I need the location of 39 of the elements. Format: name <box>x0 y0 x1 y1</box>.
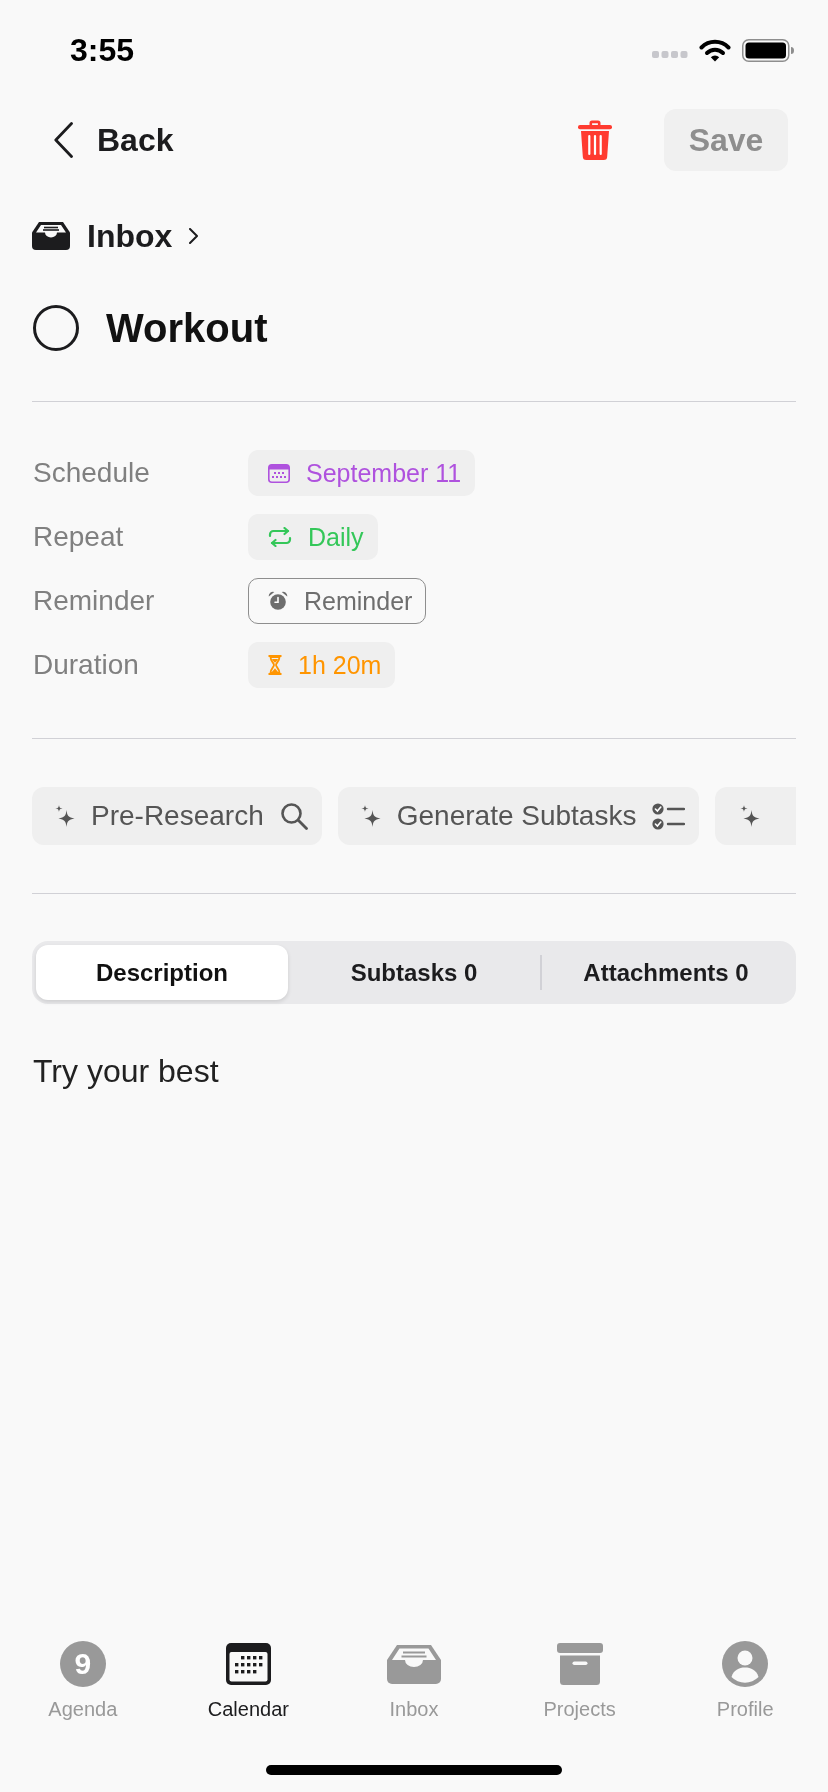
segment-tab[interactable]: Attachments 0 <box>540 945 792 1000</box>
tab-bar-item[interactable]: 9 Agenda <box>0 1641 166 1721</box>
ai-action-button[interactable]: Pre-Research <box>32 787 322 845</box>
inbox-tray-icon <box>32 222 70 250</box>
segment-tab[interactable]: Subtasks 0 <box>288 945 540 1000</box>
tab-bar-item[interactable]: Calendar <box>165 1641 332 1721</box>
day-number-badge: 9 <box>59 1641 106 1687</box>
segment-tab[interactable]: Description <box>36 945 288 1000</box>
archive-box-icon <box>556 1643 603 1685</box>
wifi-icon <box>699 38 731 62</box>
calendar-icon <box>225 1643 271 1685</box>
back-button[interactable]: Back <box>54 120 174 160</box>
ai-action-button[interactable]: Generate Subtasks <box>337 787 700 845</box>
cellular-signal-icon <box>652 50 688 58</box>
complete-toggle[interactable] <box>33 305 79 351</box>
sparkle-icon <box>54 805 75 827</box>
property-label: Reminder <box>33 584 156 618</box>
property-label: Duration <box>33 648 140 682</box>
property-label: Schedule <box>33 456 151 490</box>
project-breadcrumb[interactable]: Inbox <box>32 216 199 256</box>
description-text: Try your best <box>32 1052 220 1091</box>
battery-icon <box>742 38 794 62</box>
reminder-chip[interactable]: Reminder <box>248 578 427 624</box>
checklist-icon <box>652 802 686 830</box>
property-label: Repeat <box>33 520 125 554</box>
task-title: Workout <box>106 305 268 352</box>
date-chip[interactable]: September 11 <box>248 450 476 496</box>
trash-icon[interactable] <box>578 120 612 160</box>
profile-icon <box>722 1641 769 1687</box>
search-icon <box>279 802 308 830</box>
inbox-tray-icon <box>387 1644 441 1684</box>
status-time: 3:55 <box>70 31 135 69</box>
sparkle-icon <box>739 805 761 827</box>
tab-bar-item[interactable]: Projects <box>496 1641 663 1721</box>
tab-bar-item[interactable]: Inbox <box>331 1641 497 1721</box>
chevron-left-icon <box>54 122 73 158</box>
chevron-right-icon <box>189 228 199 244</box>
sparkle-icon <box>359 805 381 827</box>
tab-bar-item[interactable]: Profile <box>662 1641 828 1721</box>
